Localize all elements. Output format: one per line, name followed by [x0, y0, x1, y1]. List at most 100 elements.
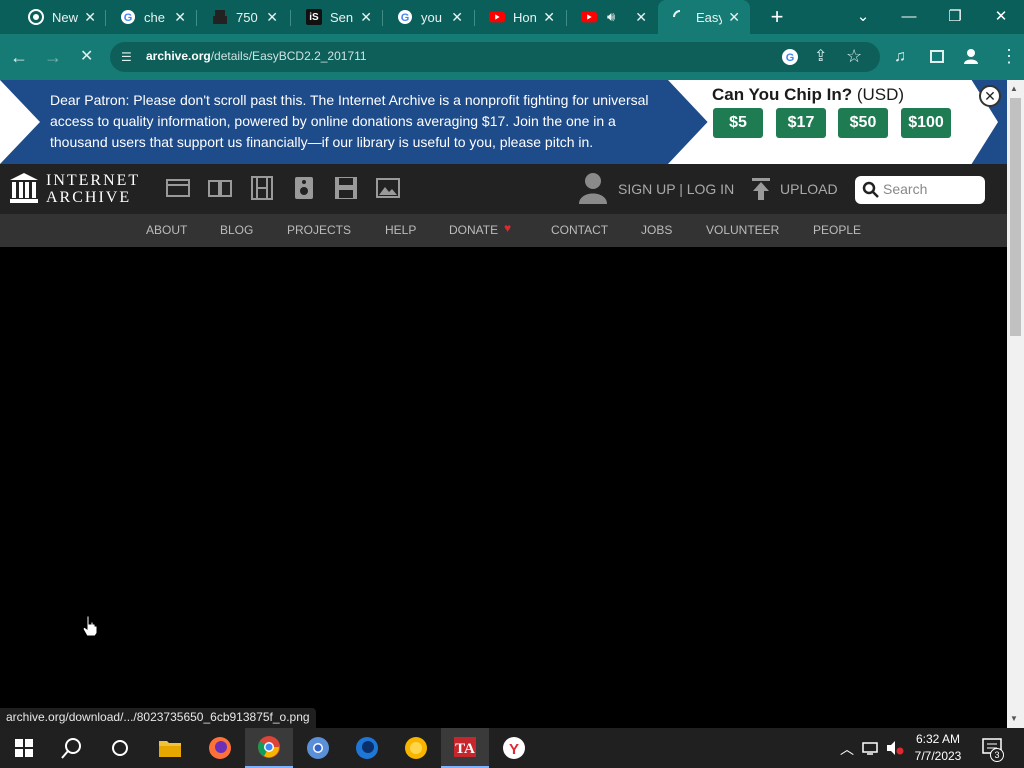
profile-avatar-icon[interactable] [962, 47, 980, 70]
tab-sen[interactable]: iS Sen ✕ [292, 0, 382, 34]
tab-title: che [144, 9, 165, 25]
loading-icon [672, 9, 688, 25]
images-icon[interactable] [376, 176, 400, 200]
main-content-area [0, 247, 1007, 728]
google-lens-icon[interactable]: G [781, 48, 799, 71]
yellow-browser-icon[interactable] [392, 728, 440, 768]
yandex-browser-icon[interactable]: Y [490, 728, 538, 768]
tab-title: Sen [330, 9, 354, 25]
nav-people[interactable]: PEOPLE [813, 223, 861, 237]
upload-arrow-icon[interactable] [751, 178, 771, 205]
close-tab-icon[interactable]: ✕ [543, 9, 555, 26]
url-text[interactable]: archive.org/details/EasyBCD2.2_201711 [146, 49, 367, 63]
media-control-icon[interactable]: ♫ [894, 47, 906, 67]
signup-login-link[interactable]: SIGN UP | LOG IN [618, 181, 734, 197]
nav-help[interactable]: HELP [385, 223, 416, 237]
close-tab-icon[interactable]: ✕ [451, 9, 463, 26]
restore-icon[interactable]: ❐ [932, 0, 978, 32]
ia-logo-line2: ARCHIVE [46, 189, 132, 206]
close-tab-icon[interactable]: ✕ [728, 9, 740, 26]
volume-muted-icon[interactable] [886, 740, 904, 761]
google-icon: G [120, 9, 136, 25]
tab-active-easybcd[interactable]: Easy ✕ [658, 0, 750, 34]
nav-about[interactable]: ABOUT [146, 223, 187, 237]
tab-youtube-audio[interactable]: 🔊︎ ✕ [567, 0, 657, 34]
windows-start-icon[interactable] [0, 728, 48, 768]
tab-search-chevron-icon[interactable]: ⌄ [840, 0, 886, 32]
close-tab-icon[interactable]: ✕ [360, 9, 372, 26]
chrome-taskbar-icon[interactable] [245, 728, 293, 768]
minimize-icon[interactable]: — [886, 0, 932, 32]
user-avatar-icon[interactable] [578, 172, 608, 209]
svg-text:TA: TA [455, 741, 475, 757]
nav-volunteer[interactable]: VOLUNTEER [706, 223, 779, 237]
youtube-icon [489, 9, 505, 25]
speaker-icon[interactable]: 🔊︎ [607, 9, 615, 25]
clock-time: 6:32 AM [915, 732, 961, 746]
tab-google-che[interactable]: G che ✕ [106, 0, 196, 34]
firefox-icon[interactable] [196, 728, 244, 768]
forward-arrow-icon[interactable]: → [44, 47, 62, 67]
svg-text:G: G [401, 12, 410, 24]
banner-message: Dear Patron: Please don't scroll past th… [50, 92, 649, 150]
firefox-nightly-icon[interactable] [343, 728, 391, 768]
close-tab-icon[interactable]: ✕ [266, 9, 278, 26]
nav-donate[interactable]: DONATE [449, 223, 498, 237]
back-arrow-icon[interactable]: ← [10, 47, 28, 67]
tab-youtube-hon[interactable]: Hon ✕ [475, 0, 565, 34]
chrome-icon [28, 9, 44, 25]
tab-750[interactable]: 750 ✕ [198, 0, 288, 34]
share-icon[interactable]: ⇪ [814, 47, 827, 67]
taskbar-search-icon[interactable] [48, 728, 96, 768]
system-clock[interactable]: 6:32 AM 7/7/2023 [906, 731, 970, 765]
ia-logo-text[interactable]: INTERNET ARCHIVE [46, 172, 140, 206]
donate-5-button[interactable]: $5 [713, 108, 763, 138]
show-hidden-icons-chevron-icon[interactable]: ︿ [840, 739, 854, 759]
nav-blog[interactable]: BLOG [220, 223, 253, 237]
chip-in-currency: (USD) [856, 85, 905, 104]
nav-contact[interactable]: CONTACT [551, 223, 608, 237]
new-tab-plus-icon[interactable]: + [764, 4, 790, 30]
nav-jobs[interactable]: JOBS [641, 223, 672, 237]
url-path: /details/EasyBCD2.2_201711 [210, 49, 367, 63]
ia-search-box[interactable] [855, 176, 985, 204]
stop-loading-icon[interactable]: ✕ [80, 47, 93, 67]
menu-kebab-icon[interactable]: ⋮ [1000, 46, 1018, 66]
url-host: archive.org [146, 49, 211, 63]
video-film-icon[interactable] [250, 176, 274, 200]
heart-icon: ♥ [504, 221, 512, 235]
cortana-circle-icon[interactable] [96, 728, 144, 768]
torch-app-icon[interactable]: TA [441, 728, 489, 768]
ia-building-logo-icon[interactable] [10, 173, 38, 208]
side-panel-icon[interactable] [930, 50, 944, 63]
web-icon[interactable] [166, 176, 190, 200]
scroll-down-arrow-icon[interactable]: ▼ [1010, 714, 1018, 723]
close-tab-icon[interactable]: ✕ [174, 9, 186, 26]
close-tab-icon[interactable]: ✕ [635, 9, 647, 26]
donate-17-button[interactable]: $17 [776, 108, 826, 138]
donate-50-button[interactable]: $50 [838, 108, 888, 138]
audio-speaker-icon[interactable] [292, 176, 316, 200]
software-floppy-icon[interactable] [334, 176, 358, 200]
scroll-up-arrow-icon[interactable]: ▲ [1010, 84, 1018, 93]
close-tab-icon[interactable]: ✕ [84, 9, 96, 26]
tab-separator [196, 10, 197, 26]
site-info-icon[interactable]: ☰ [121, 50, 132, 64]
upload-link[interactable]: UPLOAD [780, 181, 838, 197]
tab-google-you[interactable]: G you ✕ [383, 0, 473, 34]
chromium-icon[interactable] [294, 728, 342, 768]
scrollbar-thumb[interactable] [1010, 98, 1021, 336]
nav-projects[interactable]: PROJECTS [287, 223, 351, 237]
close-window-icon[interactable]: ✕ [978, 0, 1024, 32]
banner-close-icon[interactable]: ✕ [979, 85, 1001, 107]
donate-100-button[interactable]: $100 [901, 108, 951, 138]
tab-title: Easy [696, 9, 722, 25]
search-input[interactable] [883, 181, 979, 197]
search-icon[interactable] [862, 181, 880, 204]
network-icon[interactable] [862, 740, 878, 761]
bookmark-star-icon[interactable]: ☆ [846, 46, 862, 66]
texts-book-icon[interactable] [208, 176, 232, 200]
file-explorer-icon[interactable] [146, 728, 194, 768]
tab-new[interactable]: New ✕ [16, 0, 106, 34]
chip-in-heading: Can You Chip In? [712, 85, 853, 104]
